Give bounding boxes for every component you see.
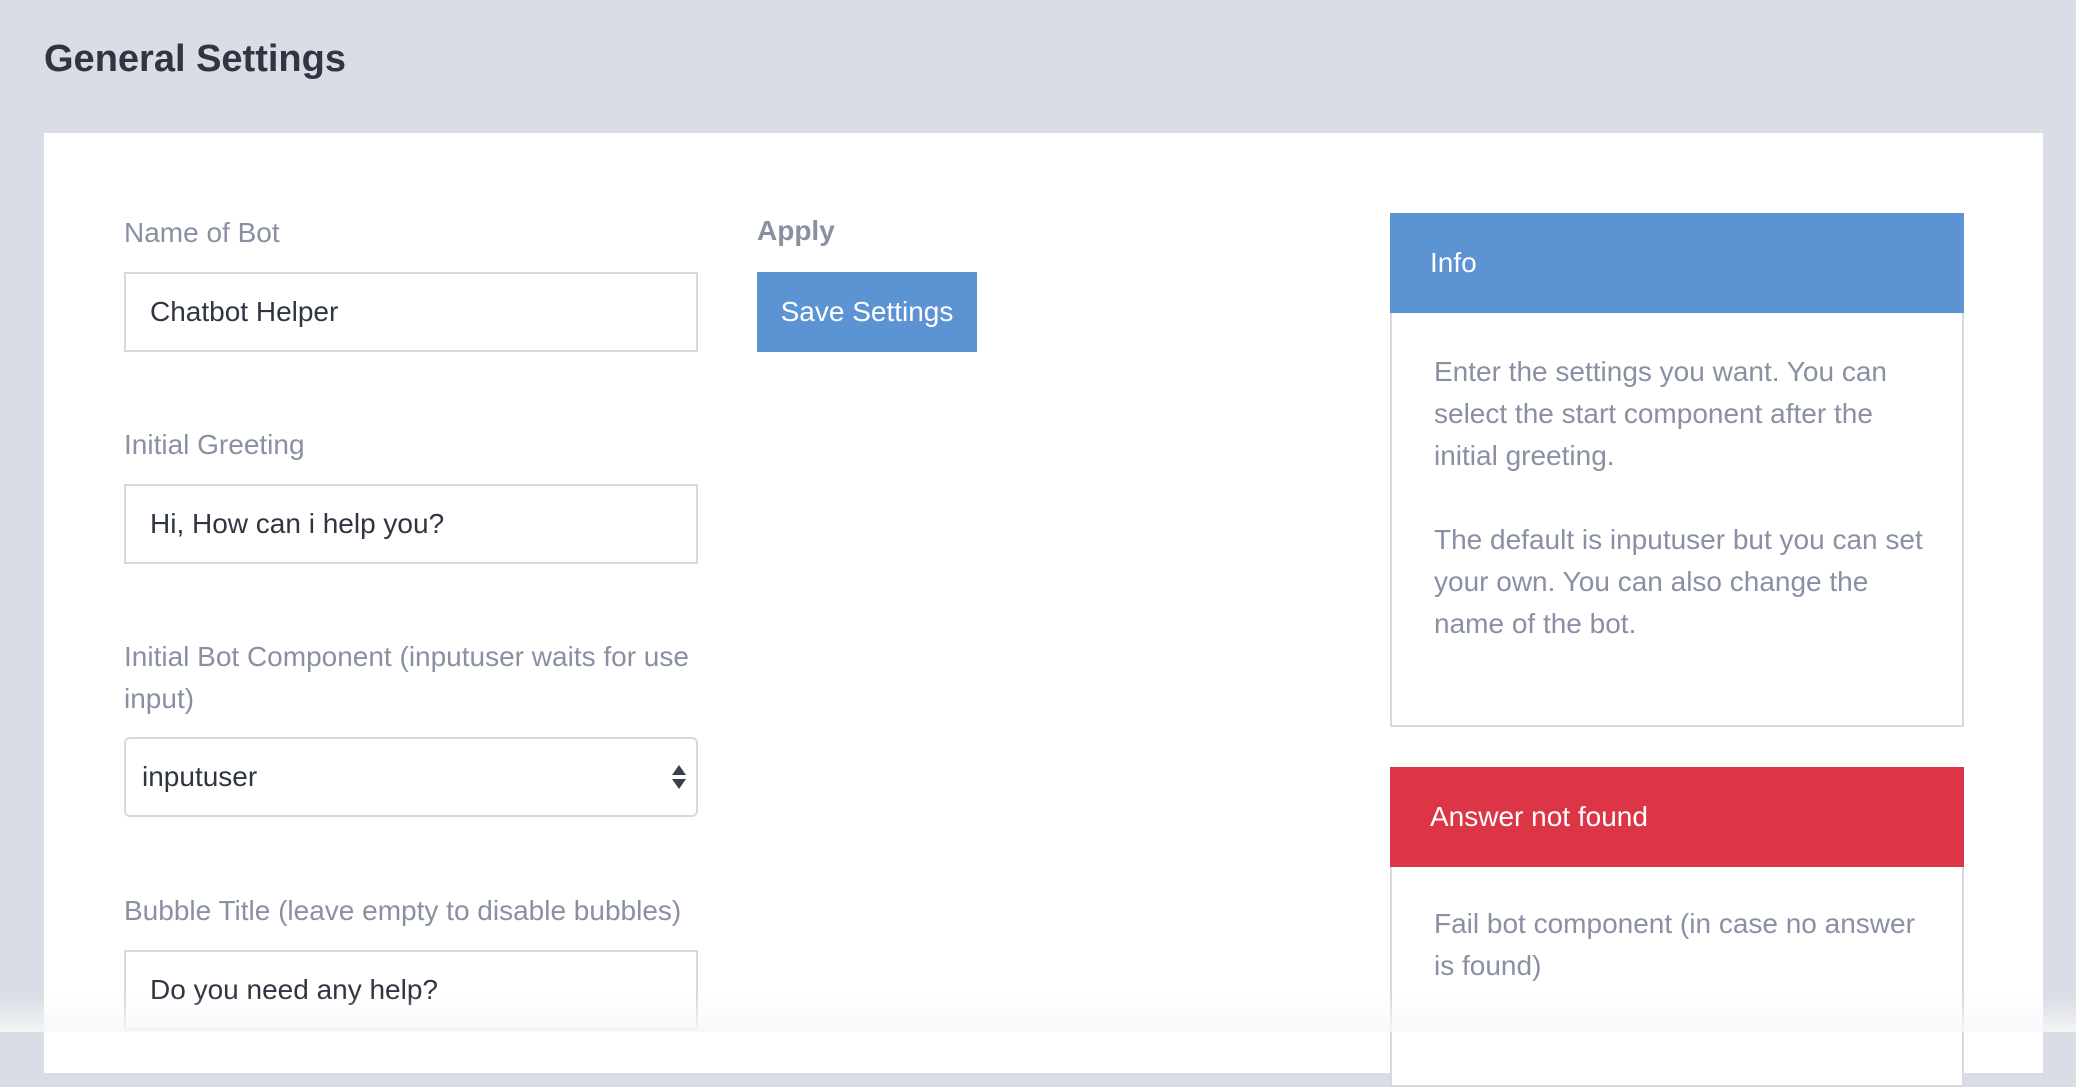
info-panel-title: Info [1390,213,1964,313]
info-paragraph: The default is inputuser but you can set… [1434,519,1932,645]
info-panel: Info Enter the settings you want. You ca… [1390,213,1964,727]
select-arrows-icon [670,761,688,793]
bubble-title-label: Bubble Title (leave empty to disable bub… [124,890,724,932]
bottom-fade [0,996,2076,1032]
bot-name-label: Name of Bot [124,212,724,254]
initial-component-select[interactable]: inputuser [124,737,698,817]
answer-not-found-text: Fail bot component (in case no answer is… [1434,903,1932,987]
answer-not-found-title: Answer not found [1390,767,1964,867]
settings-card: Name of Bot Initial Greeting Initial Bot… [44,133,2043,1073]
initial-component-value: inputuser [142,739,257,815]
page-title: General Settings [44,38,346,81]
save-settings-button[interactable]: Save Settings [757,272,977,352]
info-paragraph: Enter the settings you want. You can sel… [1434,351,1932,477]
initial-greeting-input[interactable] [124,484,698,564]
answer-not-found-panel: Answer not found Fail bot component (in … [1390,767,1964,1087]
apply-label: Apply [757,215,835,247]
info-panel-body: Enter the settings you want. You can sel… [1392,313,1962,645]
initial-component-label: Initial Bot Component (inputuser waits f… [124,636,704,720]
initial-greeting-label: Initial Greeting [124,424,724,466]
answer-not-found-body: Fail bot component (in case no answer is… [1392,867,1962,987]
bot-name-input[interactable] [124,272,698,352]
